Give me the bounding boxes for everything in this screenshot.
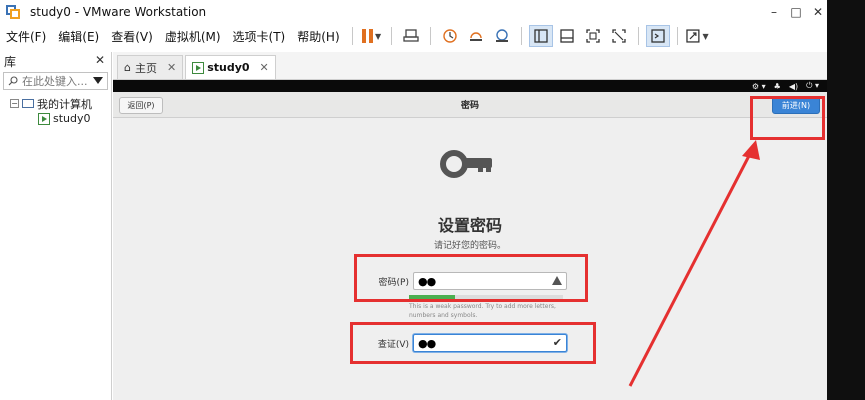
annotation-arrow — [628, 140, 760, 387]
